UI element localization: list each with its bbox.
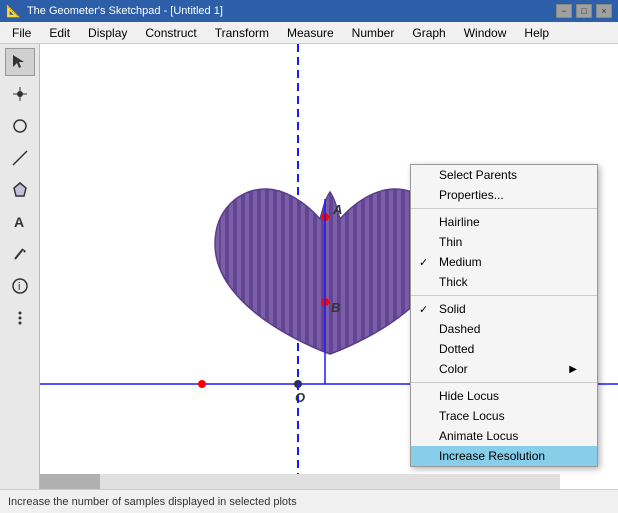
menu-file[interactable]: File — [4, 24, 39, 42]
polygon-tool[interactable] — [5, 176, 35, 204]
text-tool[interactable]: A — [5, 208, 35, 236]
ctx-hairline-label: Hairline — [439, 215, 480, 229]
ctx-hide-locus[interactable]: Hide Locus — [411, 386, 597, 406]
ctx-trace-locus[interactable]: Trace Locus — [411, 406, 597, 426]
menu-bar: File Edit Display Construct Transform Me… — [0, 22, 618, 44]
toolbar: A i — [0, 44, 40, 489]
close-button[interactable]: × — [596, 4, 612, 18]
svg-text:A: A — [14, 214, 24, 230]
app-icon: 📐 — [6, 4, 21, 18]
ctx-dotted[interactable]: Dotted — [411, 339, 597, 359]
ctx-sep-2 — [411, 295, 597, 296]
select-tool[interactable] — [5, 48, 35, 76]
ctx-hide-locus-label: Hide Locus — [439, 389, 499, 403]
status-bar: Increase the number of samples displayed… — [0, 489, 618, 513]
menu-display[interactable]: Display — [80, 24, 135, 42]
ctx-animate-locus-label: Animate Locus — [439, 429, 518, 443]
ctx-select-parents[interactable]: Select Parents — [411, 165, 597, 185]
title-bar-left: 📐 The Geometer's Sketchpad - [Untitled 1… — [6, 4, 223, 18]
menu-window[interactable]: Window — [456, 24, 515, 42]
ctx-properties-label: Properties... — [439, 188, 504, 202]
ctx-medium[interactable]: ✓ Medium — [411, 252, 597, 272]
svg-text:A: A — [332, 202, 342, 217]
ctx-properties[interactable]: Properties... — [411, 185, 597, 205]
ctx-trace-locus-label: Trace Locus — [439, 409, 505, 423]
ctx-medium-check: ✓ — [419, 256, 428, 269]
ctx-increase-resolution[interactable]: Increase Resolution — [411, 446, 597, 466]
maximize-button[interactable]: □ — [576, 4, 592, 18]
ctx-increase-resolution-label: Increase Resolution — [439, 449, 545, 463]
menu-transform[interactable]: Transform — [207, 24, 277, 42]
svg-text:i: i — [18, 281, 20, 293]
title-bar-controls: − □ × — [556, 4, 612, 18]
ctx-color[interactable]: Color ▶ — [411, 359, 597, 379]
ctx-solid[interactable]: ✓ Solid — [411, 299, 597, 319]
menu-measure[interactable]: Measure — [279, 24, 342, 42]
ctx-animate-locus[interactable]: Animate Locus — [411, 426, 597, 446]
ctx-thick[interactable]: Thick — [411, 272, 597, 292]
ctx-dotted-label: Dotted — [439, 342, 474, 356]
title-text: The Geometer's Sketchpad - [Untitled 1] — [27, 5, 223, 17]
ctx-solid-check: ✓ — [419, 303, 428, 316]
info-tool[interactable]: i — [5, 272, 35, 300]
menu-construct[interactable]: Construct — [137, 24, 204, 42]
ctx-thick-label: Thick — [439, 275, 468, 289]
ctx-thin[interactable]: Thin — [411, 232, 597, 252]
ctx-hairline[interactable]: Hairline — [411, 212, 597, 232]
ctx-solid-label: Solid — [439, 302, 466, 316]
status-text: Increase the number of samples displayed… — [8, 496, 297, 508]
menu-graph[interactable]: Graph — [404, 24, 453, 42]
title-bar: 📐 The Geometer's Sketchpad - [Untitled 1… — [0, 0, 618, 22]
context-menu: Select Parents Properties... Hairline Th… — [410, 164, 598, 467]
custom-tool[interactable] — [5, 304, 35, 332]
point-tool[interactable] — [5, 80, 35, 108]
ctx-color-arrow: ▶ — [569, 364, 577, 375]
menu-number[interactable]: Number — [344, 24, 403, 42]
ctx-medium-label: Medium — [439, 255, 482, 269]
ctx-color-label: Color — [439, 362, 468, 376]
svg-text:B: B — [331, 300, 340, 315]
ctx-dashed-label: Dashed — [439, 322, 480, 336]
ctx-sep-3 — [411, 382, 597, 383]
ctx-dashed[interactable]: Dashed — [411, 319, 597, 339]
marker-tool[interactable] — [5, 240, 35, 268]
canvas-area[interactable]: O — [40, 44, 618, 489]
line-tool[interactable] — [5, 144, 35, 172]
circle-tool[interactable] — [5, 112, 35, 140]
svg-text:O: O — [295, 390, 305, 405]
ctx-thin-label: Thin — [439, 235, 462, 249]
app-body: A i O — [0, 44, 618, 489]
menu-help[interactable]: Help — [516, 24, 557, 42]
ctx-sep-1 — [411, 208, 597, 209]
minimize-button[interactable]: − — [556, 4, 572, 18]
menu-edit[interactable]: Edit — [41, 24, 78, 42]
ctx-select-parents-label: Select Parents — [439, 168, 517, 182]
